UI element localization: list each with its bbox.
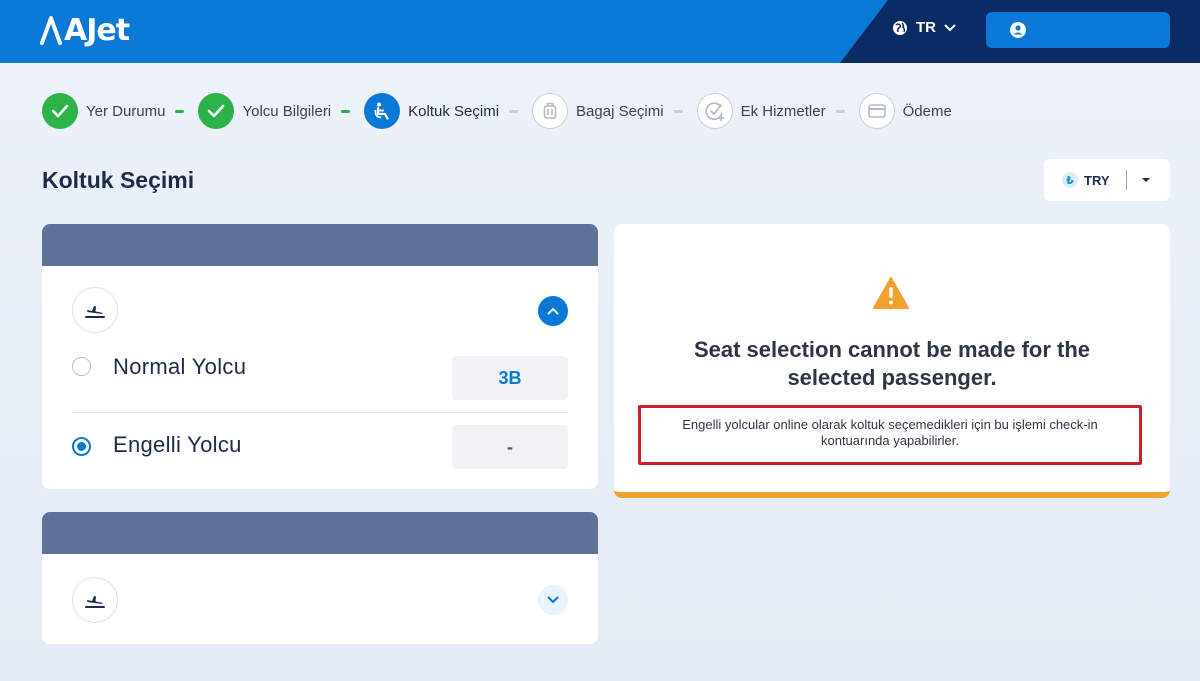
seat-icon xyxy=(364,93,401,129)
step-connector xyxy=(175,109,185,113)
step-label: Yer Durumu xyxy=(86,102,166,120)
seat-number[interactable]: 3B xyxy=(452,356,568,400)
flight-card-header xyxy=(42,224,598,266)
check-icon xyxy=(198,93,235,129)
add-services-icon xyxy=(696,93,733,129)
passenger-label: Normal Yolcu xyxy=(113,354,247,379)
alert-title: Seat selection cannot be made for the se… xyxy=(693,337,1091,390)
step-label: Ek Hizmetler xyxy=(740,102,826,120)
flight-card-header xyxy=(42,512,598,554)
flight-card-2 xyxy=(42,512,598,644)
language-selector[interactable]: TR xyxy=(892,19,956,36)
caret-down-icon xyxy=(1141,178,1150,182)
warning-icon xyxy=(873,277,909,309)
seat-number[interactable]: - xyxy=(452,425,568,469)
step-label: Bagaj Seçimi xyxy=(576,102,664,120)
collapse-toggle[interactable] xyxy=(538,296,568,326)
booking-stepper: Yer Durumu Yolcu Bilgileri Koltuk Seçimi xyxy=(42,93,952,129)
chevron-up-icon xyxy=(547,307,559,315)
flight-card-1: Normal Yolcu 3B Engelli Yolcu - xyxy=(42,224,598,489)
step-connector xyxy=(509,109,519,113)
ajet-logo[interactable]: AJet xyxy=(40,12,130,48)
seat-value: - xyxy=(507,436,513,457)
logo-text: AJet xyxy=(64,12,130,48)
user-icon xyxy=(1010,22,1026,38)
alert-message-box: Engelli yolcular online olarak koltuk se… xyxy=(638,405,1142,465)
passenger-row[interactable]: Engelli Yolcu - xyxy=(72,424,568,484)
language-label: TR xyxy=(916,19,936,36)
baggage-icon xyxy=(532,93,569,129)
card-icon xyxy=(858,93,895,129)
step-koltuk-secimi[interactable]: Koltuk Seçimi xyxy=(364,93,532,129)
step-bagaj-secimi[interactable]: Bagaj Seçimi xyxy=(532,93,697,129)
passenger-radio[interactable] xyxy=(72,357,91,376)
logo-mark-icon xyxy=(40,16,62,45)
step-ek-hizmetler[interactable]: Ek Hizmetler xyxy=(696,93,859,129)
top-header: AJet TR xyxy=(0,0,1200,63)
divider xyxy=(1125,170,1127,190)
step-yer-durumu[interactable]: Yer Durumu xyxy=(42,93,198,129)
chevron-down-icon xyxy=(944,24,956,31)
alert-message: Engelli yolcular online olarak koltuk se… xyxy=(682,417,1098,448)
chevron-down-icon xyxy=(547,596,559,604)
step-odeme[interactable]: Ödeme xyxy=(858,93,952,129)
step-label: Yolcu Bilgileri xyxy=(242,102,332,120)
divider xyxy=(72,412,568,413)
step-connector xyxy=(673,109,683,113)
step-label: Ödeme xyxy=(902,102,952,120)
user-account-button[interactable] xyxy=(986,12,1170,48)
globe-icon xyxy=(893,20,907,35)
passenger-row[interactable]: Normal Yolcu 3B xyxy=(72,354,568,414)
expand-toggle[interactable] xyxy=(538,585,568,615)
seat-alert-panel: Seat selection cannot be made for the se… xyxy=(614,224,1170,498)
departure-icon xyxy=(72,577,118,623)
step-connector xyxy=(341,109,351,113)
passenger-radio-selected[interactable] xyxy=(72,437,91,456)
step-connector xyxy=(835,109,845,113)
lira-icon: ₺ xyxy=(1062,172,1078,188)
currency-selector[interactable]: ₺ TRY xyxy=(1044,159,1170,201)
step-yolcu-bilgileri[interactable]: Yolcu Bilgileri xyxy=(198,93,364,129)
passenger-label: Engelli Yolcu xyxy=(113,432,242,457)
page-title: Koltuk Seçimi xyxy=(42,167,195,193)
departure-icon xyxy=(72,287,118,333)
step-label: Koltuk Seçimi xyxy=(408,102,500,120)
currency-code: TRY xyxy=(1084,172,1110,188)
check-icon xyxy=(42,93,78,129)
